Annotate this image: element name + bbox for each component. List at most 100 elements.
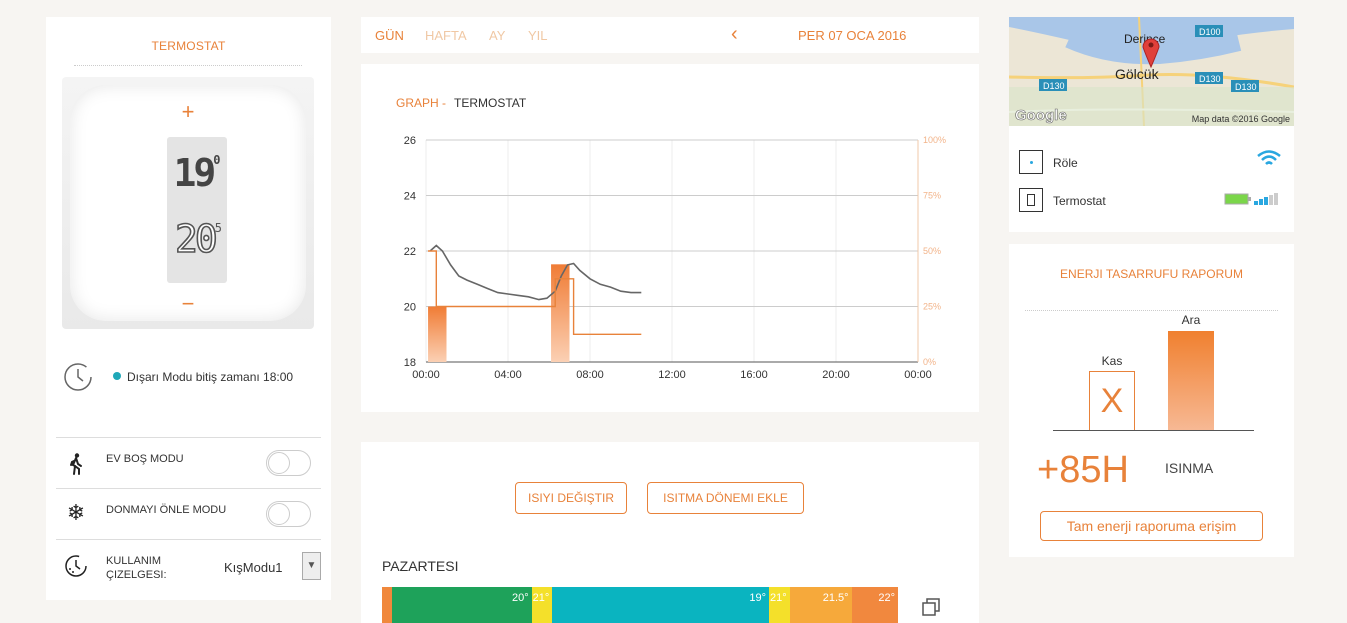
battery-icon [1224, 193, 1251, 205]
set-temp: 205 [174, 216, 222, 262]
divider [1025, 310, 1278, 311]
y2-tick-label: 0% [923, 357, 936, 367]
thermostat-device: + 190 205 − [62, 77, 314, 329]
relay-device-icon [1019, 150, 1043, 174]
x-tick-label: 20:00 [822, 369, 850, 381]
map-label: D100 [1199, 27, 1221, 37]
schedule-day: PAZARTESI [382, 558, 459, 574]
status-dot [113, 372, 121, 380]
tab-week[interactable]: HAFTA [425, 28, 467, 43]
current-temp: 190 [173, 151, 221, 195]
energy-unit: ISINMA [1165, 460, 1214, 476]
schedule-segment[interactable]: 21° [769, 587, 790, 623]
wifi-icon [1257, 150, 1281, 165]
energy-report-card: ENERJI TASARRUFU RAPORUM Kas X Ara +85H … [1009, 244, 1294, 557]
schedule-label: KULLANIM ÇIZELGESI: [106, 555, 167, 581]
full-report-button[interactable]: Tam enerji raporuma erişim [1040, 511, 1263, 541]
x-tick-label: 16:00 [740, 369, 768, 381]
chevron-down-icon: ▼ [306, 560, 317, 571]
bar-label-kas: Kas [1101, 354, 1123, 368]
thermostat-screen: 190 205 [167, 137, 227, 283]
y2-tick-label: 50% [923, 246, 941, 256]
x-tick-label: 00:00 [904, 369, 932, 381]
google-logo: Google [1015, 107, 1067, 125]
schedule-segment-label: 21.5° [822, 592, 849, 604]
thermostat-title: TERMOSTAT [151, 39, 226, 53]
tab-day[interactable]: GÜN [375, 28, 404, 43]
y2-tick-label: 25% [923, 302, 941, 312]
schedule-segment[interactable]: 19° [552, 587, 769, 623]
mode-text: Dışarı Modu bitiş zamanı 18:00 [127, 370, 294, 384]
heating-bar [428, 306, 447, 362]
period-nav: GÜN HAFTA AY YIL ‹ PER 07 OCA 2016 [361, 17, 979, 53]
tab-year[interactable]: YIL [528, 28, 548, 43]
x-tick-label: 12:00 [658, 369, 686, 381]
tab-month[interactable]: AY [489, 28, 505, 43]
change-temp-button[interactable]: ISIYI DEĞIŞTIR [515, 482, 627, 514]
clock-history-icon [64, 363, 92, 391]
location-map[interactable]: Derince Gölcük D100 D130 D130 D130 Googl… [1009, 17, 1294, 126]
y-tick-label: 24 [404, 191, 416, 203]
schedule-card: ISIYI DEĞIŞTIR ISITMA DÖNEMI EKLE PAZART… [361, 442, 979, 623]
map-label: D130 [1199, 74, 1221, 84]
frost-mode-label: DONMAYI ÖNLE MODU [106, 504, 227, 516]
frost-mode-toggle[interactable] [266, 501, 311, 527]
temperature-line [429, 244, 642, 301]
schedule-row: KULLANIM ÇIZELGESI: KışModu1 ▼ [56, 539, 321, 590]
schedule-segment-label: 20° [511, 592, 529, 604]
y-tick-label: 18 [404, 357, 416, 369]
map-credit: Map data ©2016 Google [1191, 114, 1290, 124]
away-mode-row: EV BOŞ MODU [56, 437, 321, 488]
add-heating-period-button[interactable]: ISITMA DÖNEMI EKLE [647, 482, 804, 514]
energy-big-value: +85H [1037, 449, 1129, 491]
current-date: PER 07 OCA 2016 [798, 28, 907, 43]
mode-status: Dışarı Modu bitiş zamanı 18:00 [62, 361, 322, 395]
schedule-segment[interactable]: 22° [851, 587, 898, 623]
schedule-segment[interactable]: 20° [392, 587, 532, 623]
thermostat-panel: TERMOSTAT + 190 205 − Dışarı Modu bitiş … [46, 17, 331, 600]
location-devices-card: Derince Gölcük D100 D130 D130 D130 Googl… [1009, 17, 1294, 232]
x-tick-label: 04:00 [494, 369, 522, 381]
bar-baseline [1053, 430, 1254, 431]
y2-tick-label: 75% [923, 191, 941, 201]
y-tick-label: 26 [404, 135, 416, 147]
schedule-select-dropdown[interactable]: ▼ [302, 552, 321, 580]
graph-card: GRAPH - TERMOSTAT 18 20 22 24 26 0% 25% 50% 75% 10… [361, 64, 979, 412]
schedule-segment-label: 21° [769, 592, 787, 604]
schedule-segment[interactable]: 21.5° [789, 587, 852, 623]
device-name: Röle [1053, 156, 1078, 170]
away-mode-toggle[interactable] [266, 450, 311, 476]
energy-title: ENERJI TASARRUFU RAPORUM [1060, 267, 1243, 281]
signal-strength-icon [1254, 193, 1278, 205]
y2-tick-label: 100% [923, 135, 946, 145]
schedule-segment-label: 19° [749, 592, 766, 604]
schedule-select-value[interactable]: KışModu1 [224, 560, 283, 575]
schedule-clock-icon [65, 555, 87, 577]
y-tick-label: 22 [404, 246, 416, 258]
map-label: D130 [1043, 81, 1065, 91]
thermostat-device-icon [1019, 188, 1043, 212]
y-tick-label: 20 [404, 302, 416, 314]
divider [74, 65, 302, 66]
device-name: Termostat [1053, 194, 1106, 208]
device-row-thermostat[interactable]: Termostat [1019, 184, 1284, 214]
copy-icon[interactable] [921, 597, 941, 617]
setpoint-line [428, 250, 642, 335]
walking-person-icon [70, 453, 82, 475]
bar-label-ara: Ara [1181, 313, 1201, 327]
x-tick-label: 08:00 [576, 369, 604, 381]
frost-mode-row: ❄ DONMAYI ÖNLE MODU [56, 488, 321, 539]
schedule-segment[interactable] [382, 587, 393, 623]
device-row-relay[interactable]: Röle [1019, 146, 1284, 176]
increase-temp-button[interactable]: + [70, 99, 306, 125]
snowflake-icon: ❄ [66, 500, 86, 525]
schedule-segment[interactable]: 21° [531, 587, 553, 623]
previous-date-chevron-icon[interactable]: ‹ [731, 23, 738, 46]
decrease-temp-button[interactable]: − [70, 291, 306, 317]
map-label: Gölcük [1115, 66, 1160, 82]
schedule-segment-label: 22° [878, 592, 895, 604]
bar-ara [1168, 331, 1214, 431]
temperature-chart: 18 20 22 24 26 0% 25% 50% 75% 100% 00:00 04:00 08:00… [404, 135, 946, 381]
bar-kas: X [1089, 371, 1135, 431]
schedule-segment-label: 21° [532, 592, 550, 604]
